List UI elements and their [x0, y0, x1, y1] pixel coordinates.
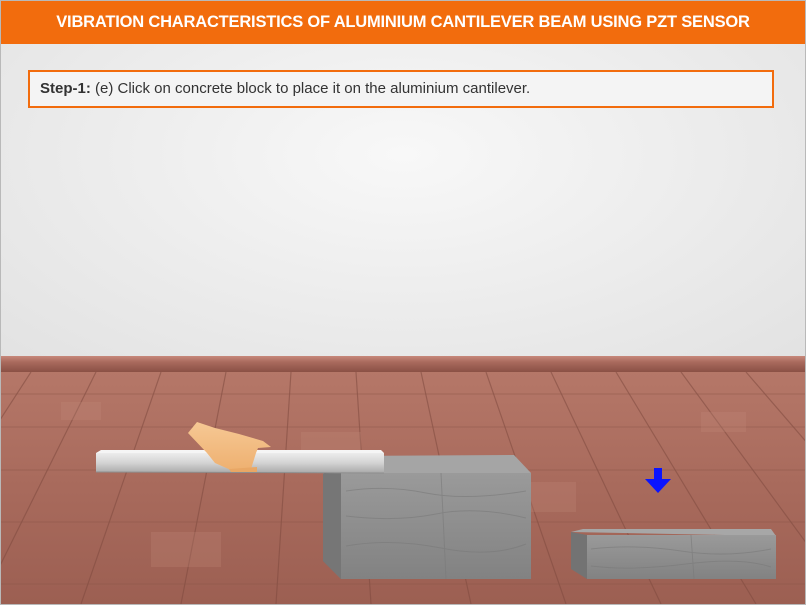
small-concrete-block[interactable] — [571, 529, 776, 580]
simulation-frame: VIBRATION CHARACTERISTICS OF ALUMINIUM C… — [0, 0, 806, 605]
support-concrete-block — [323, 455, 531, 580]
apparatus-scene — [95, 422, 776, 580]
down-arrow-icon[interactable] — [645, 468, 671, 493]
